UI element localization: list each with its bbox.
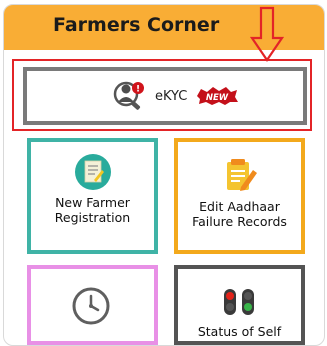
clock-card-button[interactable]: [27, 265, 158, 345]
ekyc-label: eKYC: [155, 89, 188, 104]
new-farmer-registration-button[interactable]: New Farmer Registration: [27, 138, 158, 254]
traffic-light-icon: [224, 289, 254, 315]
clock-icon: [72, 287, 110, 325]
new-farmer-registration-label: New Farmer Registration: [54, 195, 131, 225]
edit-aadhaar-failure-records-label: Edit Aadhaar Failure Records: [192, 199, 287, 229]
status-of-self-label: Status of Self: [197, 324, 282, 339]
svg-text:NEW: NEW: [206, 93, 229, 103]
panel-title: Farmers Corner: [53, 14, 220, 36]
registration-form-icon: [75, 154, 111, 190]
status-of-self-button[interactable]: Status of Self: [174, 265, 305, 345]
svg-text:!: !: [136, 85, 140, 95]
edit-document-icon: [227, 159, 257, 191]
search-person-icon: !: [113, 81, 144, 110]
ekyc-button[interactable]: ! eKYC NEW: [23, 67, 307, 125]
new-badge: NEW: [197, 87, 238, 105]
arrow-down-icon: [250, 6, 284, 62]
edit-aadhaar-failure-records-button[interactable]: Edit Aadhaar Failure Records: [174, 138, 305, 254]
